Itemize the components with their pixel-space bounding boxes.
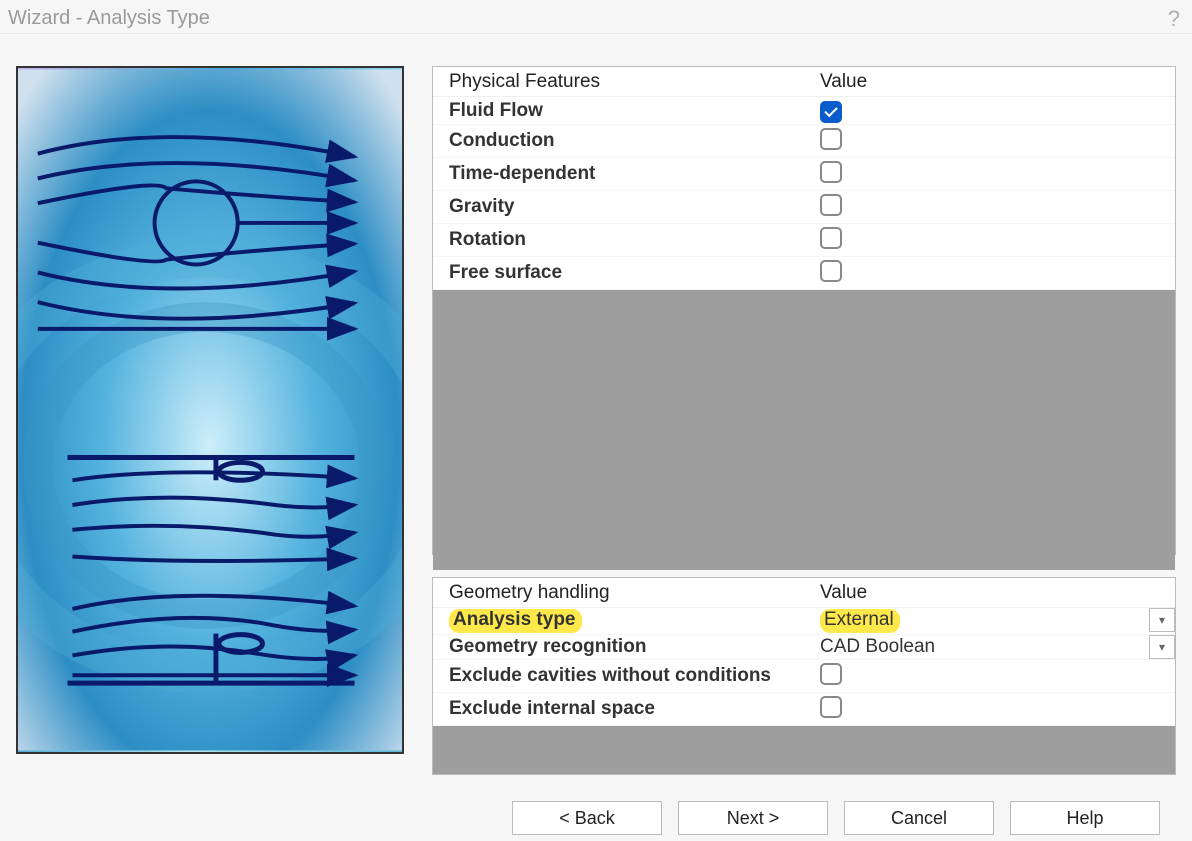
geometry-value-cell[interactable] xyxy=(804,660,1175,693)
next-button[interactable]: Next > xyxy=(678,801,828,835)
chevron-down-icon[interactable]: ▾ xyxy=(1149,608,1175,632)
back-button[interactable]: < Back xyxy=(512,801,662,835)
feature-label: Time-dependent xyxy=(433,158,804,191)
physical-features-table: Physical Features Value Fluid FlowConduc… xyxy=(433,67,1175,290)
col-header-geom: Geometry handling xyxy=(433,578,804,608)
col-header-gval: Value xyxy=(804,578,1175,608)
cancel-button[interactable]: Cancel xyxy=(844,801,994,835)
feature-label: Conduction xyxy=(433,125,804,158)
feature-checkbox[interactable] xyxy=(820,227,842,249)
physical-row: Fluid Flow xyxy=(433,97,1175,125)
feature-checkbox[interactable] xyxy=(820,194,842,216)
geometry-label: Exclude cavities without conditions xyxy=(433,660,804,693)
col-header-value: Value xyxy=(804,67,1175,97)
geometry-row: Analysis type External ▾ xyxy=(433,608,1175,635)
feature-label: Gravity xyxy=(433,191,804,224)
geometry-row: Geometry recognition CAD Boolean ▾ xyxy=(433,635,1175,660)
physical-features-panel: Physical Features Value Fluid FlowConduc… xyxy=(432,66,1176,555)
geometry-value-cell[interactable]: CAD Boolean ▾ xyxy=(804,635,1175,660)
feature-label: Rotation xyxy=(433,224,804,257)
feature-checkbox[interactable] xyxy=(820,101,842,123)
physical-row: Time-dependent xyxy=(433,158,1175,191)
illustration-panel xyxy=(16,66,404,754)
help-icon[interactable]: ? xyxy=(1168,6,1180,32)
physical-row: Gravity xyxy=(433,191,1175,224)
geometry-label: Exclude internal space xyxy=(433,693,804,726)
geometry-value: External xyxy=(820,609,900,633)
physical-row: Free surface xyxy=(433,257,1175,290)
geometry-label: Analysis type xyxy=(433,608,804,635)
help-button[interactable]: Help xyxy=(1010,801,1160,835)
feature-label: Fluid Flow xyxy=(433,97,804,125)
geometry-value-cell[interactable] xyxy=(804,693,1175,726)
feature-checkbox[interactable] xyxy=(820,161,842,183)
window-title: Wizard - Analysis Type xyxy=(8,7,210,30)
geometry-handling-panel: Geometry handling Value Analysis typeExt… xyxy=(432,577,1176,775)
geometry-value-cell[interactable]: External ▾ xyxy=(804,608,1175,635)
geometry-row: Exclude internal space xyxy=(433,693,1175,726)
geometry-label: Geometry recognition xyxy=(433,635,804,660)
col-header-feature: Physical Features xyxy=(433,67,804,97)
feature-checkbox[interactable] xyxy=(820,128,842,150)
physical-row: Rotation xyxy=(433,224,1175,257)
geometry-value: CAD Boolean xyxy=(820,636,935,657)
geometry-row: Exclude cavities without conditions xyxy=(433,660,1175,693)
geometry-checkbox[interactable] xyxy=(820,663,842,685)
feature-checkbox[interactable] xyxy=(820,260,842,282)
title-bar: Wizard - Analysis Type ? xyxy=(0,0,1192,34)
wizard-footer: < Back Next > Cancel Help xyxy=(0,801,1192,835)
feature-label: Free surface xyxy=(433,257,804,290)
physical-row: Conduction xyxy=(433,125,1175,158)
geometry-checkbox[interactable] xyxy=(820,696,842,718)
flow-illustration-icon xyxy=(18,68,402,752)
chevron-down-icon[interactable]: ▾ xyxy=(1149,635,1175,659)
geometry-handling-table: Geometry handling Value Analysis typeExt… xyxy=(433,578,1175,726)
